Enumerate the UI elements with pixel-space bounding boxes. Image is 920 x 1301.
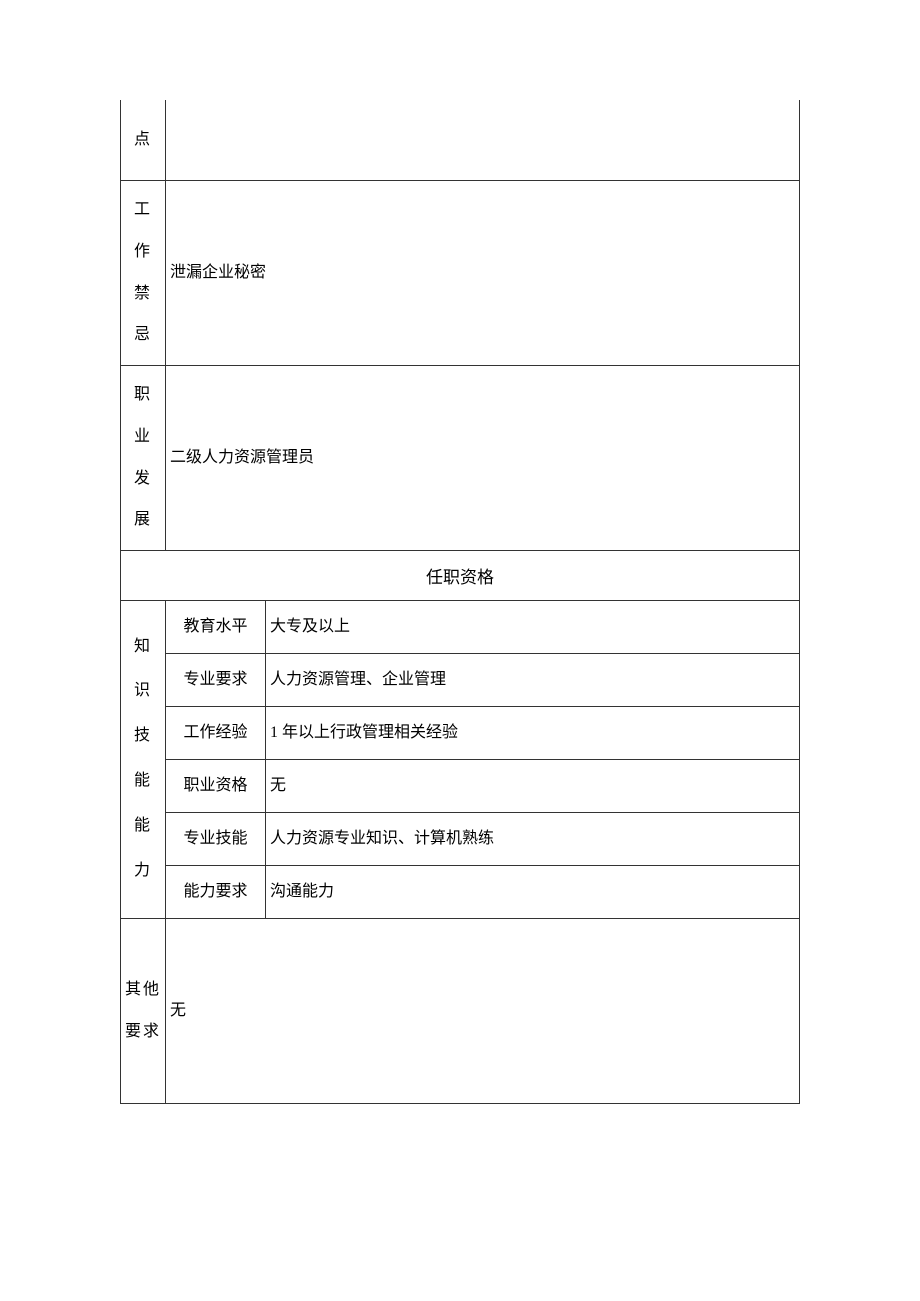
skill-row-4: 专业技能 人力资源专业知识、计算机熟练 [121,812,800,865]
point-label: 点 [121,100,166,180]
other-value: 无 [166,918,800,1103]
skill-row-1: 专业要求 人力资源管理、企业管理 [121,653,800,706]
skill-label-2: 工作经验 [166,706,266,759]
qualification-header: 任职资格 [121,550,800,600]
skill-row-3: 职业资格 无 [121,759,800,812]
skill-value-4: 人力资源专业知识、计算机熟练 [266,812,800,865]
skill-label-5: 能力要求 [166,865,266,918]
skill-value-2: 1 年以上行政管理相关经验 [266,706,800,759]
skill-label-0: 教育水平 [166,600,266,653]
skill-value-1: 人力资源管理、企业管理 [266,653,800,706]
taboo-value: 泄漏企业秘密 [166,180,800,365]
row-qualification-header: 任职资格 [121,550,800,600]
skill-row-0: 知 识 技 能 能 力 教育水平 大专及以上 [121,600,800,653]
point-value [166,100,800,180]
row-taboo: 工 作 禁 忌 泄漏企业秘密 [121,180,800,365]
skill-value-0: 大专及以上 [266,600,800,653]
skill-label-3: 职业资格 [166,759,266,812]
skill-label-4: 专业技能 [166,812,266,865]
row-other: 其他 要求 无 [121,918,800,1103]
skill-row-5: 能力要求 沟通能力 [121,865,800,918]
skill-row-2: 工作经验 1 年以上行政管理相关经验 [121,706,800,759]
taboo-label: 工 作 禁 忌 [121,180,166,365]
skill-value-5: 沟通能力 [266,865,800,918]
job-spec-table: 点 工 作 禁 忌 泄漏企业秘密 职 业 发 展 二级人力资源管理员 任职资格 … [120,100,800,1301]
skill-value-3: 无 [266,759,800,812]
career-value: 二级人力资源管理员 [166,365,800,550]
row-point: 点 [121,100,800,180]
row-career: 职 业 发 展 二级人力资源管理员 [121,365,800,550]
other-label: 其他 要求 [121,918,166,1103]
main-table: 点 工 作 禁 忌 泄漏企业秘密 职 业 发 展 二级人力资源管理员 任职资格 … [120,100,800,1104]
skill-label-1: 专业要求 [166,653,266,706]
career-label: 职 业 发 展 [121,365,166,550]
knowledge-label: 知 识 技 能 能 力 [121,600,166,918]
